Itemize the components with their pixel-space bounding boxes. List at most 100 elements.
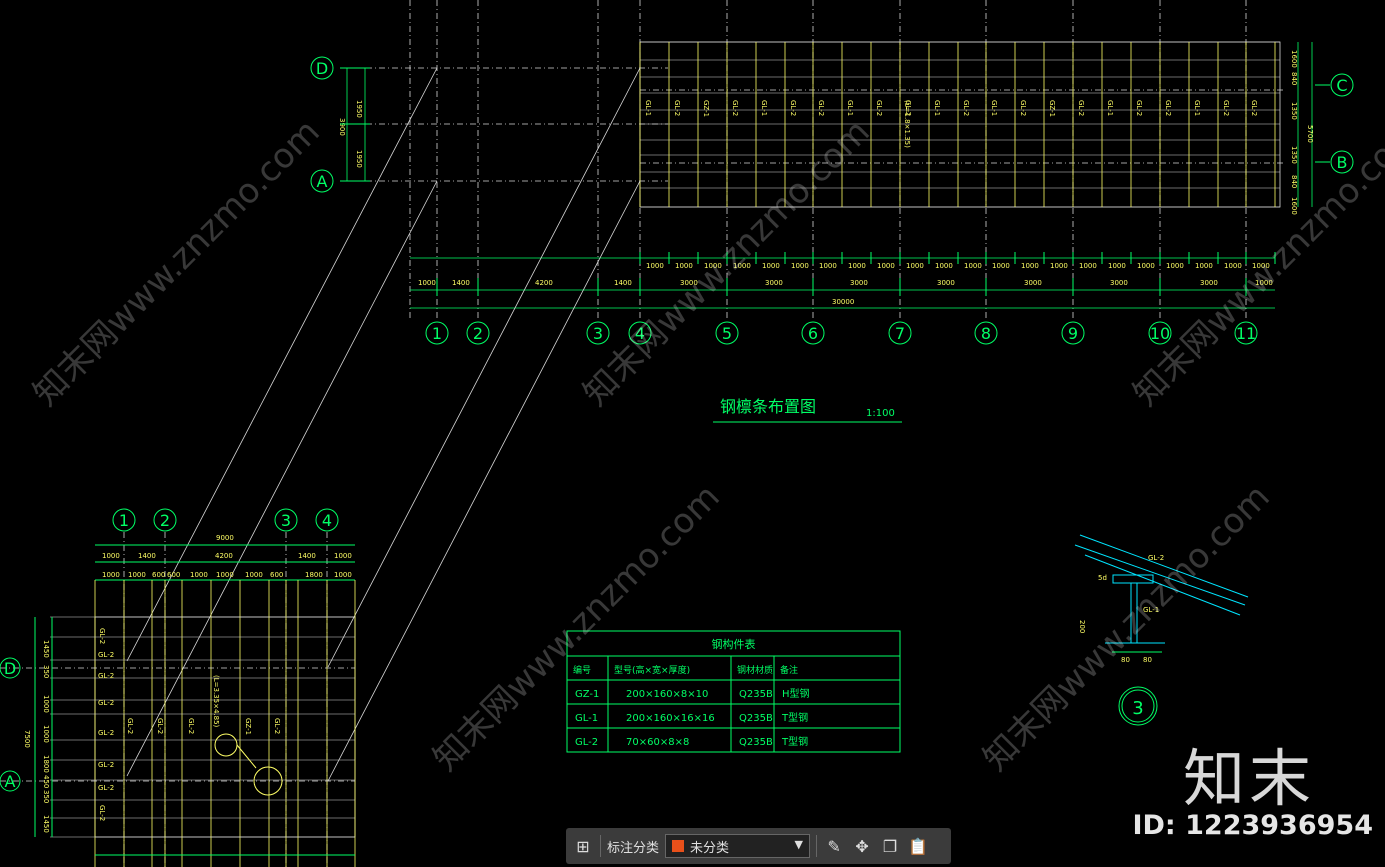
cad-drawing-canvas: 1 2 3 4 5 6 7 8 9 10 11 GL-1 GL-2 GZ-1 GL-2 GL-1 GL-2 GL-… xyxy=(0,0,1354,867)
dim-text: 5700 xyxy=(1306,125,1314,143)
purlin-label: GL-2 xyxy=(1250,100,1258,116)
purlin-tag: GL-2 xyxy=(98,628,106,644)
axis-label: D xyxy=(4,659,16,678)
column-label: GL-2 xyxy=(187,718,195,734)
dim-text: 1450 xyxy=(42,815,50,833)
table-title: 钢构件表 xyxy=(712,637,756,651)
dim-text: 1400 xyxy=(138,552,156,560)
table-cell: 200×160×8×10 xyxy=(626,689,708,700)
dim-text: 450 xyxy=(42,775,50,788)
dim-text: 1000 xyxy=(334,552,352,560)
purlin-tag: GL-2 xyxy=(98,805,106,821)
purlin-label: GL-1 xyxy=(846,100,854,116)
dim-text: 600 xyxy=(167,571,180,579)
dim-text: 1000 xyxy=(906,262,924,270)
purlin-label: GL-2 xyxy=(1135,100,1143,116)
dim-text: 840 xyxy=(1290,175,1298,188)
axis-label: C xyxy=(1336,76,1347,95)
dim-text: 1000 xyxy=(992,262,1010,270)
dim-text: 1000 xyxy=(791,262,809,270)
table-cell: GL-2 xyxy=(575,737,598,748)
table-cell: Q235B xyxy=(739,737,773,748)
dim-text: 1000 xyxy=(334,571,352,579)
dim-text: 1000 xyxy=(418,279,436,287)
brand-logo: 知末 xyxy=(1182,742,1315,815)
purlin-label: GL-2 xyxy=(731,100,739,116)
dim-text: 1000 xyxy=(1195,262,1213,270)
column-label: GZ-1 xyxy=(244,718,252,735)
dim-text: 3000 xyxy=(937,279,955,287)
dim-text: 1950 xyxy=(355,150,363,168)
table-cell: Q235B xyxy=(739,713,773,724)
annotate-category-label: 标注分类 xyxy=(607,840,660,856)
category-color-swatch xyxy=(672,840,685,852)
dim-text: 7500 xyxy=(23,730,31,748)
purlin-label: GL-1 xyxy=(644,100,652,116)
copy-icon[interactable]: ❐ xyxy=(879,835,901,857)
annotation-toolbar: ⊞ 标注分类 未分类 ▼ ✎ ✥ ❐ 📋 xyxy=(566,828,951,864)
table-cell: 70×60×8×8 xyxy=(626,737,689,748)
dim-text: 1000 xyxy=(1137,262,1155,270)
category-select-value: 未分类 xyxy=(690,840,730,856)
toolbar-divider xyxy=(600,835,601,857)
dim-text: 1400 xyxy=(452,279,470,287)
dim-text: 1600 xyxy=(1290,197,1298,215)
dim-text: 1000 xyxy=(1108,262,1126,270)
purlin-label: GL-1 xyxy=(760,100,768,116)
grid-icon[interactable]: ⊞ xyxy=(572,835,594,857)
axis-label: 3 xyxy=(593,324,603,343)
table-cell: 200×160×16×16 xyxy=(626,713,715,724)
dim-text: 600 xyxy=(270,571,283,579)
section-label: 200 xyxy=(1078,620,1086,633)
dim-text: 1000 xyxy=(877,262,895,270)
dim-text: 1000 xyxy=(675,262,693,270)
axis-label: A xyxy=(317,172,328,191)
image-id: ID: 1223936954 xyxy=(1132,810,1373,841)
purlin-label: GL-2 xyxy=(673,100,681,116)
table-cell: GL-1 xyxy=(575,713,598,724)
table-header: 编号 xyxy=(573,664,591,676)
edit-icon[interactable]: ✎ xyxy=(823,835,845,857)
plan-title: 钢檩条布置图 xyxy=(720,397,816,416)
purlin-label: GZ-1 xyxy=(1048,100,1056,117)
purlin-label: GL-2 xyxy=(1019,100,1027,116)
purlin-label: GL-1 xyxy=(1193,100,1201,116)
dim-text: 1450 xyxy=(42,640,50,658)
dim-text: 350 xyxy=(42,790,50,803)
purlin-tag: GL-2 xyxy=(98,729,114,737)
dim-text: 1000 xyxy=(102,552,120,560)
purlin-tag: GL-2 xyxy=(98,761,114,769)
section-label: GL-1 xyxy=(1143,606,1159,614)
dim-text: 600 xyxy=(152,571,165,579)
dim-text: 1000 xyxy=(245,571,263,579)
table-cell: H型钢 xyxy=(782,687,810,700)
category-select[interactable]: 未分类 ▼ xyxy=(665,834,811,858)
move-icon[interactable]: ✥ xyxy=(851,835,873,857)
toolbar-divider xyxy=(816,835,818,857)
dim-text: 1000 xyxy=(42,695,50,713)
section-slope-line xyxy=(1079,534,1249,598)
dim-text: 1000 xyxy=(848,262,866,270)
purlin-label: GL-1 xyxy=(933,100,941,116)
dim-text: 1000 xyxy=(128,571,146,579)
dim-text: 3000 xyxy=(765,279,783,287)
axis-label: 7 xyxy=(895,324,905,343)
axis-label: 4 xyxy=(322,511,332,530)
axis-label: 2 xyxy=(473,324,483,343)
dim-text: 1000 xyxy=(1252,262,1270,270)
dim-text: 1800 xyxy=(305,571,323,579)
dim-text: 1350 xyxy=(1290,102,1298,120)
dim-text: 350 xyxy=(42,665,50,678)
purlin-label: GZ-1 xyxy=(702,100,710,117)
dim-text: 3000 xyxy=(1200,279,1218,287)
dim-text: 1800 xyxy=(42,755,50,773)
dim-text: 1000 xyxy=(1166,262,1184,270)
paste-icon[interactable]: 📋 xyxy=(907,835,929,857)
dim-text: 80 xyxy=(1143,656,1152,664)
dim-total-text: 30000 xyxy=(832,298,854,306)
dim-text: 1000 xyxy=(1079,262,1097,270)
axis-label: 6 xyxy=(808,324,818,343)
section-web xyxy=(1130,582,1138,644)
plan-scale: 1:100 xyxy=(866,408,895,419)
section-number: 3 xyxy=(1132,698,1143,719)
